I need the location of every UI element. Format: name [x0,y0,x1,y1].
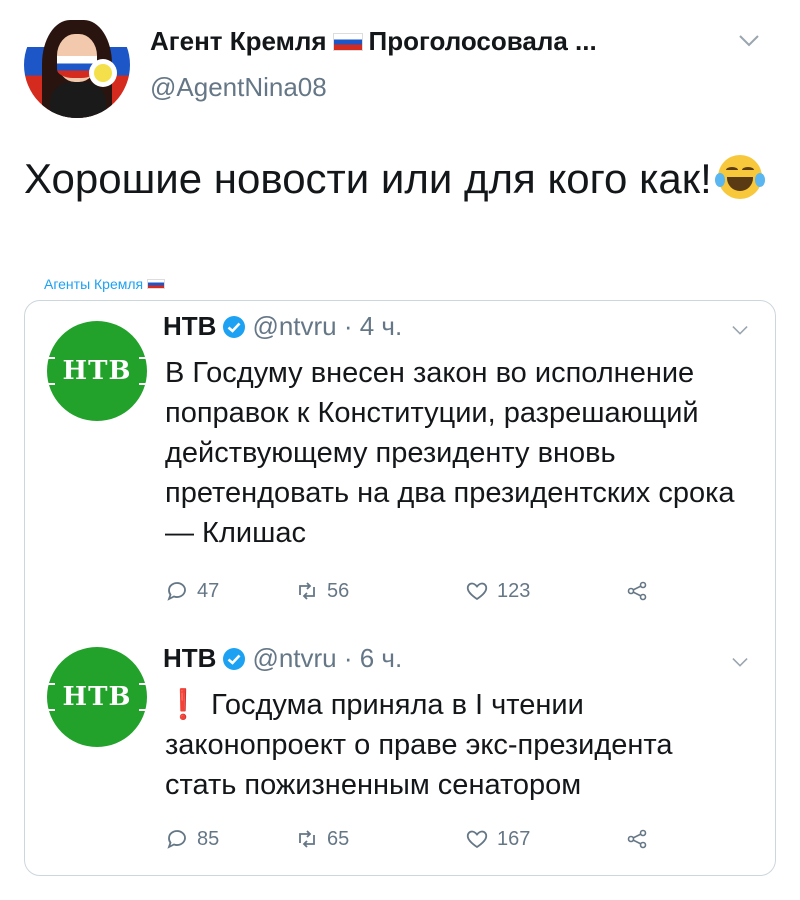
russian-flag-icon [147,279,166,289]
reply-count: 85 [197,827,220,850]
like-icon [466,830,488,849]
ntv-logo-avatar[interactable]: НТВ [47,321,147,421]
quoted-author-handle[interactable]: @ntvru [252,311,336,342]
reply-count: 47 [197,579,220,602]
reply-button[interactable]: 47 [165,579,295,603]
user-display-name[interactable]: Агент Кремля Проголосовала ... [150,26,597,57]
quoted-tweet-header: НТВ @ntvru · 4 ч. [163,311,403,342]
retweet-icon [299,830,315,848]
display-name-text: Агент Кремля [150,26,327,56]
share-icon [627,829,647,849]
verified-badge-icon [223,647,246,670]
share-button[interactable] [625,827,649,851]
quoted-tweet-text: В Госдуму внесен закон во исполнение поп… [165,357,735,549]
reply-icon [167,582,186,601]
ntv-logo-avatar[interactable]: НТВ [47,647,147,747]
source-label[interactable]: Агенты Кремля [44,276,166,292]
quoted-author-name[interactable]: НТВ [163,643,216,674]
user-handle[interactable]: @AgentNina08 [150,72,327,103]
chevron-down-icon[interactable] [731,655,749,667]
chevron-down-icon[interactable] [738,34,760,48]
quoted-tweets-card[interactable]: НТВ НТВ @ntvru · 4 ч. В Госдуму внесен з… [24,300,776,876]
tears-of-joy-emoji [714,155,765,199]
source-label-text: Агенты Кремля [44,276,144,292]
quoted-tweet-text: ❗ Госдума приняла в I чтении законопроект… [165,685,750,805]
quoted-tweet-text-content: Госдума приняла в I чтении законопроект … [165,689,673,801]
quoted-tweet-actions: 85 65 167 [165,827,649,851]
retweet-count: 56 [327,579,350,602]
reply-button[interactable]: 85 [165,827,295,851]
tweet-text: Хорошие новости или для кого как! [24,150,765,208]
ntv-logo-text: НТВ [55,682,139,712]
retweet-button[interactable]: 56 [295,579,465,603]
quoted-tweet-actions: 47 56 123 [165,579,649,603]
display-name-suffix: Проголосовала ... [368,26,597,56]
like-button[interactable]: 123 [465,579,625,603]
share-icon [627,581,647,601]
like-icon [466,582,488,601]
like-button[interactable]: 167 [465,827,625,851]
retweet-button[interactable]: 65 [295,827,465,851]
ntv-logo-text: НТВ [55,356,139,386]
share-button[interactable] [625,579,649,603]
retweet-count: 65 [327,827,350,850]
exclamation-icon: ❗ [165,689,202,721]
russian-flag-icon [332,32,363,51]
user-avatar[interactable] [24,12,130,118]
verified-badge-icon [223,315,246,338]
quoted-tweet-time[interactable]: 6 ч. [360,643,402,674]
quoted-author-handle[interactable]: @ntvru [252,643,336,674]
quoted-tweet-header: НТВ @ntvru · 6 ч. [163,643,403,674]
like-count: 167 [497,827,531,850]
chevron-down-icon[interactable] [731,323,749,335]
like-count: 123 [497,579,531,602]
retweet-icon [299,582,315,600]
quoted-tweet-time[interactable]: 4 ч. [360,311,402,342]
quoted-author-name[interactable]: НТВ [163,311,216,342]
tweet-text-content: Хорошие новости или для кого как! [24,155,712,202]
reply-icon [167,830,186,849]
